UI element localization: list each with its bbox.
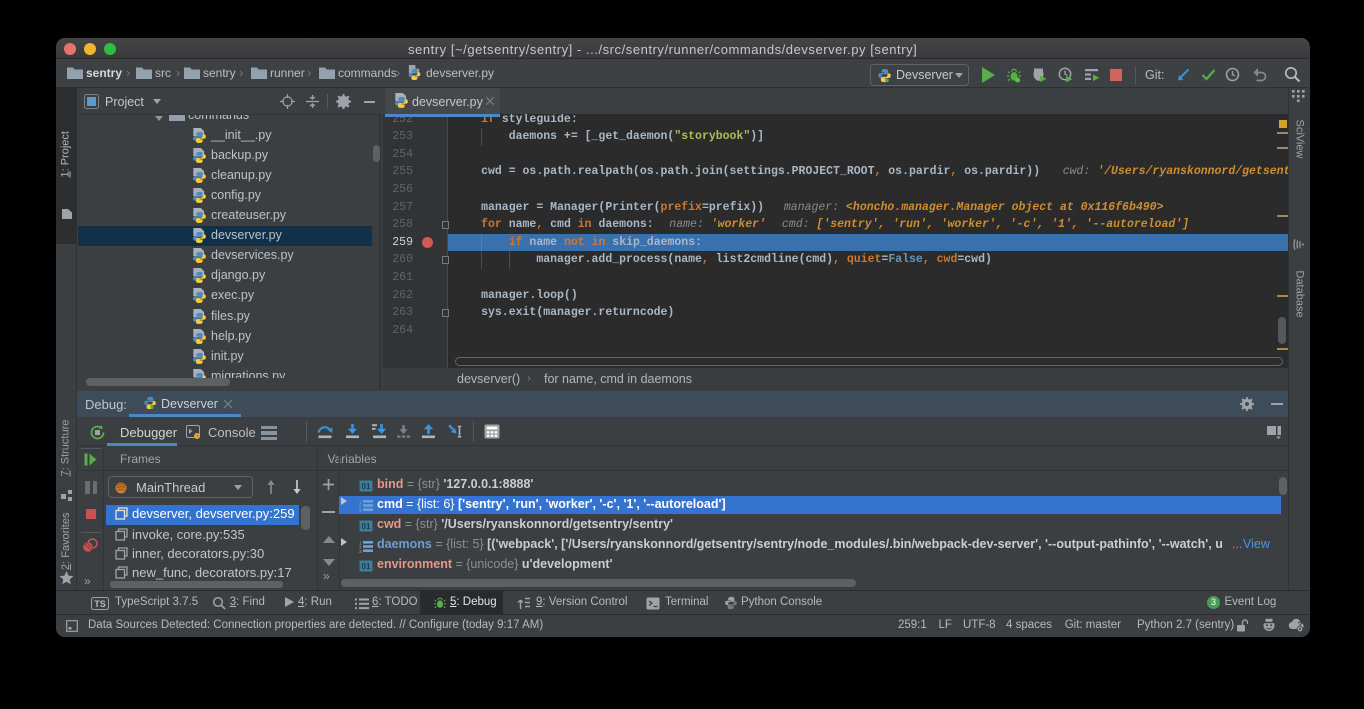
svg-text:TS: TS — [94, 599, 106, 609]
svg-text:3: 3 — [359, 508, 362, 512]
svg-text:01: 01 — [362, 522, 371, 531]
svg-text:01: 01 — [362, 482, 371, 491]
svg-text:3: 3 — [359, 548, 362, 552]
svg-text:01: 01 — [362, 562, 371, 571]
